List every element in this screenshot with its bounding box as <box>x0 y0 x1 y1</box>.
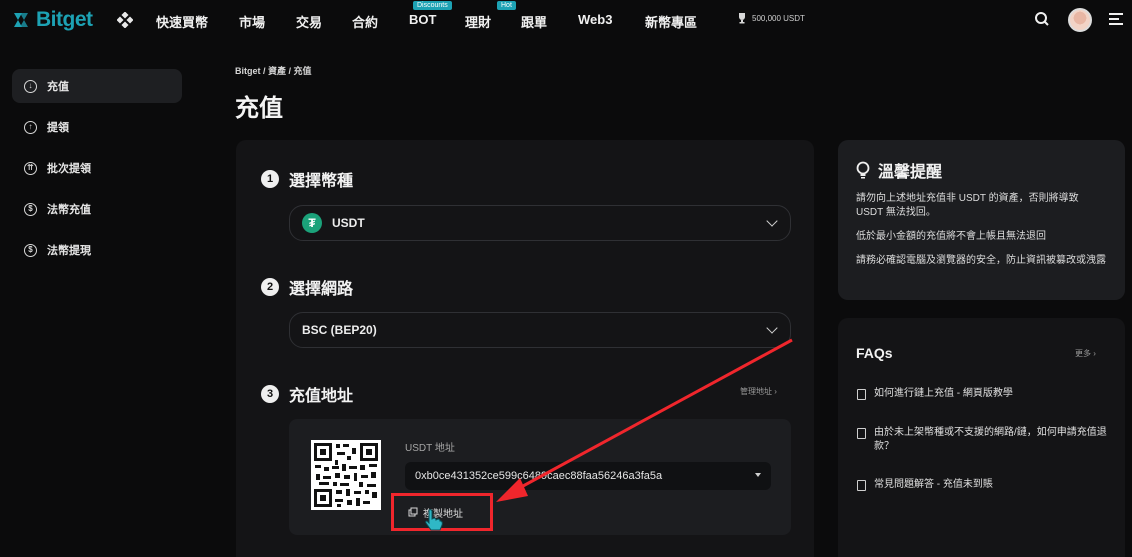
fiat-deposit-icon: $ <box>24 202 37 216</box>
faq-item-text: 如何進行鏈上充值 - 網頁版教學 <box>874 388 1013 399</box>
sidebar-item-label: 充值 <box>47 81 69 93</box>
sidebar-item-withdraw[interactable]: ↑ 提領 <box>12 110 182 144</box>
faq-item-text: 由於未上架幣種或不支援的網路/鏈，如何申請充值退款？ <box>874 427 1107 452</box>
manage-address-link[interactable]: 管理地址 › <box>740 386 777 397</box>
brand-name: Bitget <box>36 8 93 31</box>
promo-text: 500,000 USDT <box>752 13 805 23</box>
trophy-icon <box>739 13 745 24</box>
faq-more-label: 更多 <box>1075 349 1091 358</box>
tip-line-2: 低於最小金額的充值將不會上帳且無法退回 <box>856 231 1046 242</box>
network-select-value: BSC (BEP20) <box>302 323 377 337</box>
hand-cursor-icon <box>425 509 443 531</box>
sidebar-item-batch-withdraw[interactable]: ⇈ 批次提領 <box>12 151 182 185</box>
sidebar-item-fiat-deposit[interactable]: $ 法幣充值 <box>12 192 182 226</box>
document-icon <box>857 428 866 439</box>
apps-grid-icon[interactable] <box>117 12 133 28</box>
document-icon <box>857 480 866 491</box>
faq-item[interactable]: 由於未上架幣種或不支援的網路/鏈，如何申請充值退款？ <box>857 426 1107 454</box>
copy-icon <box>408 507 418 517</box>
coin-select-value: USDT <box>332 216 365 230</box>
deposit-address-field[interactable]: 0xb0ce431352ce599c6489caec88faa56246a3fa… <box>405 462 771 490</box>
qr-code[interactable] <box>311 440 381 510</box>
coin-select[interactable]: ₮ USDT <box>289 205 791 241</box>
step-number: 1 <box>261 170 279 188</box>
tip-line-3: 請務必確認電腦及瀏覽器的安全，防止資訊被篡改或洩露 <box>856 255 1106 266</box>
caret-down-icon <box>755 473 761 477</box>
address-label: USDT 地址 <box>405 443 455 454</box>
nav-quick-buy[interactable]: 快速買幣 <box>156 12 208 31</box>
deposit-address-value: 0xb0ce431352ce599c6489caec88faa56246a3fa… <box>415 470 663 482</box>
sidebar-item-label: 提領 <box>47 122 69 134</box>
step-title: 選擇幣種 <box>289 173 354 190</box>
tips-title-text: 溫馨提醒 <box>878 164 943 181</box>
menu-icon[interactable] <box>1108 10 1124 28</box>
tip-line-1: 請勿向上述地址充值非 USDT 的資產，否則將導致 USDT 無法找回。 <box>856 193 1079 218</box>
nav-trade[interactable]: 交易 <box>296 12 322 31</box>
nav-copy-trading[interactable]: 跟單 <box>521 12 547 31</box>
faq-item[interactable]: 如何進行鏈上充值 - 網頁版教學 <box>857 387 1107 401</box>
nav-bot[interactable]: BOT <box>409 12 436 27</box>
nav-futures[interactable]: 合約 <box>352 12 378 31</box>
step-deposit-address: 3 充值地址 <box>261 382 353 406</box>
step-title: 充值地址 <box>289 388 354 405</box>
breadcrumb[interactable]: Bitget / 資產 / 充值 <box>235 64 312 77</box>
sidebar-item-deposit[interactable]: ↓ 充值 <box>12 69 182 103</box>
faq-item[interactable]: 常見問題解答 - 充值未到賬 <box>857 478 1107 492</box>
top-nav: Bitget 快速買幣 市場 交易 合約 BOT Discounts 理財 Ho… <box>0 0 1132 40</box>
batch-circle-icon: ⇈ <box>24 161 37 175</box>
document-icon <box>857 389 866 400</box>
lightbulb-icon <box>856 161 870 179</box>
avatar[interactable] <box>1068 8 1092 32</box>
bitget-logo-icon <box>14 13 28 27</box>
step-title: 選擇網路 <box>289 281 354 298</box>
chevron-down-icon <box>766 215 778 227</box>
faq-more-link[interactable]: 更多 › <box>1075 348 1096 359</box>
sidebar-item-label: 批次提領 <box>47 163 91 175</box>
nav-web3[interactable]: Web3 <box>578 12 612 27</box>
page-title: 充值 <box>235 95 283 122</box>
fiat-withdraw-icon: $ <box>24 243 37 257</box>
bot-discount-badge: Discounts <box>413 1 452 10</box>
chevron-down-icon <box>766 322 778 334</box>
arrow-up-circle-icon: ↑ <box>24 120 37 134</box>
arrow-down-circle-icon: ↓ <box>24 79 37 93</box>
bitget-logo[interactable]: Bitget <box>10 8 93 32</box>
manage-address-label: 管理地址 <box>740 387 772 396</box>
nav-earn[interactable]: 理財 <box>465 12 491 31</box>
faq-title: FAQs <box>856 345 893 361</box>
earn-hot-badge: Hot <box>497 1 516 10</box>
step-select-coin: 1 選擇幣種 <box>261 167 353 191</box>
sidebar-item-label: 法幣提現 <box>47 245 91 257</box>
sidebar-item-fiat-withdraw[interactable]: $ 法幣提現 <box>12 233 182 267</box>
step-number: 2 <box>261 278 279 296</box>
step-number: 3 <box>261 385 279 403</box>
tether-icon: ₮ <box>302 213 322 233</box>
network-select[interactable]: BSC (BEP20) <box>289 312 791 348</box>
faq-item-text: 常見問題解答 - 充值未到賬 <box>874 479 993 490</box>
tips-title: 溫馨提醒 <box>856 158 942 182</box>
promo-banner[interactable]: 500,000 USDT <box>736 12 805 24</box>
nav-new-listings[interactable]: 新幣專區 <box>645 12 697 31</box>
sidebar-item-label: 法幣充值 <box>47 204 91 216</box>
step-select-network: 2 選擇網路 <box>261 275 353 299</box>
search-icon[interactable] <box>1034 10 1050 28</box>
nav-markets[interactable]: 市場 <box>239 12 265 31</box>
